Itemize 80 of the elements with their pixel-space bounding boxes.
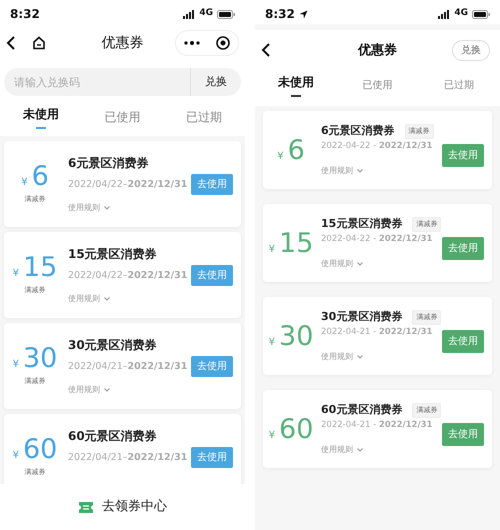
chevron-down-icon[interactable] xyxy=(104,388,110,392)
use-button[interactable]: 去使用 xyxy=(442,422,484,446)
back-icon[interactable] xyxy=(261,43,271,57)
tab[interactable]: 已使用 xyxy=(82,102,164,134)
currency-symbol: ¥ xyxy=(12,448,19,463)
coupon-amount: 6 xyxy=(32,162,49,190)
validity-period: 2022/04/21–2022/12/31 xyxy=(68,450,188,465)
rules-toggle[interactable]: 使用规则 xyxy=(68,293,110,306)
coupon-title: 6元景区消费券 xyxy=(68,154,148,172)
chevron-down-icon[interactable] xyxy=(357,354,363,359)
search-field[interactable]: 请输入兑换码 xyxy=(4,68,190,96)
status-time: 8:32 xyxy=(265,6,295,23)
coupon-amount: 60 xyxy=(23,436,58,463)
coupon-amount: 30 xyxy=(279,322,314,350)
signal-icon xyxy=(438,10,450,18)
use-button[interactable]: 去使用 xyxy=(191,446,233,468)
validity-period: 2022-04-22 - 2022/12/31 xyxy=(321,232,434,246)
coupon-title: 15元景区消费券 xyxy=(321,216,402,232)
validity-period: 2022-04-22 - 2022/12/31 xyxy=(321,140,434,153)
more-icon[interactable] xyxy=(184,41,200,45)
chevron-down-icon[interactable] xyxy=(357,448,363,452)
coupon-title: 60元景区消费券 xyxy=(68,428,157,445)
currency-symbol: ¥ xyxy=(21,176,28,190)
coupon-title: 30元景区消费券 xyxy=(68,336,157,354)
currency-symbol: ¥ xyxy=(268,242,276,256)
home-icon[interactable] xyxy=(32,36,46,50)
tab[interactable]: 已使用 xyxy=(336,70,418,102)
network-label: 4G xyxy=(454,7,468,20)
battery-icon xyxy=(217,10,235,18)
chevron-down-icon[interactable] xyxy=(104,206,110,210)
use-button[interactable]: 去使用 xyxy=(442,236,484,260)
coupon-title: 60元景区消费券 xyxy=(321,402,402,418)
coupon-title: 30元景区消费券 xyxy=(321,309,402,326)
battery-icon xyxy=(472,10,490,18)
network-label: 4G xyxy=(199,7,213,20)
currency-symbol: ¥ xyxy=(12,358,19,372)
use-button[interactable]: 去使用 xyxy=(442,330,484,352)
rules-toggle[interactable]: 使用规则 xyxy=(68,384,110,396)
chevron-down-icon[interactable] xyxy=(357,262,363,266)
tab[interactable]: 未使用 xyxy=(0,102,82,134)
tab[interactable]: 已过期 xyxy=(418,70,500,102)
chevron-down-icon[interactable] xyxy=(357,168,363,173)
coupon-amount: 15 xyxy=(279,230,314,256)
use-button[interactable]: 去使用 xyxy=(191,264,233,286)
coupon-amount: 15 xyxy=(23,254,58,281)
chevron-down-icon[interactable] xyxy=(104,297,110,302)
use-button[interactable]: 去使用 xyxy=(442,144,484,166)
page-title: 优惠券 xyxy=(358,42,397,58)
currency-symbol: ¥ xyxy=(277,150,284,164)
rules-toggle[interactable]: 使用规则 xyxy=(321,350,363,363)
rules-toggle[interactable]: 使用规则 xyxy=(321,258,363,270)
coupon-title: 15元景区消费券 xyxy=(68,246,157,263)
validity-period: 2022/04/22–2022/12/31 xyxy=(68,268,188,283)
coupon-amount: 30 xyxy=(23,344,58,372)
rules-toggle[interactable]: 使用规则 xyxy=(321,444,363,456)
use-button[interactable]: 去使用 xyxy=(191,356,233,376)
rules-toggle[interactable]: 使用规则 xyxy=(321,164,363,177)
coupon-amount: 60 xyxy=(279,416,314,442)
rules-toggle[interactable]: 使用规则 xyxy=(68,202,110,214)
currency-symbol: ¥ xyxy=(12,266,19,281)
use-button[interactable]: 去使用 xyxy=(191,174,233,194)
coupon-amount: 6 xyxy=(288,136,305,164)
ticket-icon xyxy=(78,500,94,514)
status-time: 8:32 xyxy=(10,6,40,23)
validity-period: 2022/04/21–2022/12/31 xyxy=(68,360,188,374)
tab[interactable]: 已过期 xyxy=(163,102,245,134)
validity-period: 2022/04/22–2022/12/31 xyxy=(68,178,188,192)
redeem-button[interactable]: 兑换 xyxy=(190,68,241,96)
back-icon[interactable] xyxy=(6,36,16,50)
signal-icon xyxy=(183,10,196,18)
page-title: 优惠券 xyxy=(102,34,144,50)
redeem-button[interactable]: 兑换 xyxy=(452,40,490,60)
currency-symbol: ¥ xyxy=(268,336,276,350)
coupon-center-button[interactable]: 去领券中心 xyxy=(72,496,173,518)
coupon-title: 6元景区消费券 xyxy=(321,123,395,140)
validity-period: 2022-04-21 - 2022/12/31 xyxy=(321,418,434,432)
currency-symbol: ¥ xyxy=(268,428,276,442)
validity-period: 2022-04-21 - 2022/12/31 xyxy=(321,326,434,339)
target-icon[interactable] xyxy=(216,36,230,50)
tab[interactable]: 未使用 xyxy=(255,70,337,102)
